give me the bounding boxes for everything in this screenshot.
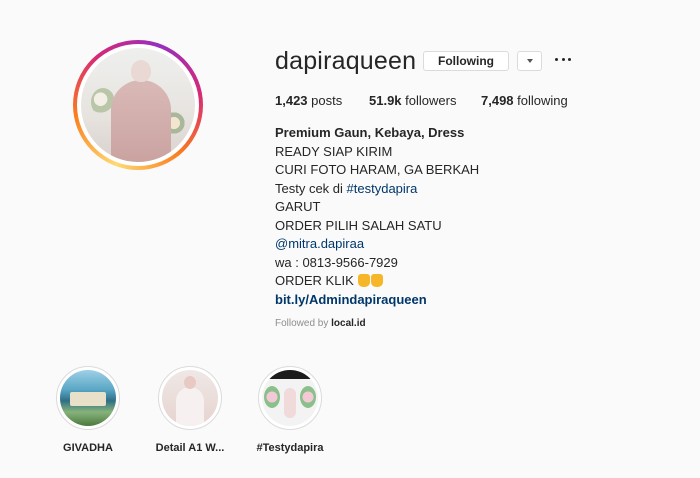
story-highlight[interactable]: #Testydapira bbox=[255, 366, 325, 454]
bio-text: Testy cek di bbox=[275, 180, 347, 196]
posts-label: posts bbox=[311, 93, 343, 108]
bio-line: wa : 0813-9566-7929 bbox=[275, 254, 398, 270]
followed-by-user-link[interactable]: local.id bbox=[331, 318, 365, 329]
highlight-label: GIVADHA bbox=[63, 442, 113, 454]
highlight-cover bbox=[258, 366, 322, 430]
bio-line: Testy cek di #testydapira bbox=[275, 180, 479, 199]
highlight-cover bbox=[56, 366, 120, 430]
following-stat[interactable]: 7,498 following bbox=[481, 93, 568, 108]
highlight-label: Detail A1 W... bbox=[155, 442, 225, 454]
bio-line: ORDER KLIK bbox=[275, 272, 479, 291]
bio-line: GARUT bbox=[275, 199, 321, 214]
story-highlight[interactable]: Detail A1 W... bbox=[155, 366, 225, 454]
story-highlight[interactable]: GIVADHA bbox=[53, 366, 123, 454]
profile-bio: Premium Gaun, Kebaya, Dress READY SIAP K… bbox=[275, 124, 479, 309]
more-options-icon[interactable] bbox=[555, 52, 571, 66]
avatar-border bbox=[77, 44, 199, 166]
following-button[interactable]: Following bbox=[423, 51, 509, 71]
bio-website-link[interactable]: bit.ly/Admindapiraqueen bbox=[275, 291, 479, 310]
following-label: following bbox=[517, 93, 568, 108]
followed-by-prefix: Followed by bbox=[275, 318, 332, 329]
bio-line: CURI FOTO HARAM, GA BERKAH bbox=[275, 162, 480, 177]
followed-by: Followed by local.id bbox=[275, 318, 366, 329]
pointing-down-emoji-icon bbox=[358, 274, 371, 287]
following-count: 7,498 bbox=[481, 93, 514, 108]
highlight-label: #Testydapira bbox=[256, 442, 324, 454]
posts-count: 1,423 bbox=[275, 93, 308, 108]
profile-username: dapiraqueen bbox=[275, 47, 417, 75]
bio-text: ORDER KLIK bbox=[275, 273, 354, 288]
bio-line: ORDER PILIH SALAH SATU bbox=[275, 217, 442, 233]
followers-label: followers bbox=[405, 93, 457, 108]
followers-count: 51.9k bbox=[369, 93, 402, 108]
suggestions-dropdown-button[interactable] bbox=[517, 51, 542, 71]
posts-stat[interactable]: 1,423 posts bbox=[275, 93, 342, 108]
chevron-down-icon bbox=[526, 59, 533, 63]
avatar-image bbox=[81, 48, 195, 162]
mention-link[interactable]: @mitra.dapiraa bbox=[275, 235, 479, 254]
highlight-cover bbox=[158, 366, 222, 430]
followers-stat[interactable]: 51.9k followers bbox=[369, 93, 456, 108]
profile-avatar[interactable] bbox=[73, 40, 203, 170]
bio-line: READY SIAP KIRIM bbox=[275, 143, 393, 159]
pointing-down-emoji-icon bbox=[371, 274, 384, 287]
bio-name: Premium Gaun, Kebaya, Dress bbox=[275, 125, 465, 140]
hashtag-link[interactable]: #testydapira bbox=[347, 181, 418, 196]
